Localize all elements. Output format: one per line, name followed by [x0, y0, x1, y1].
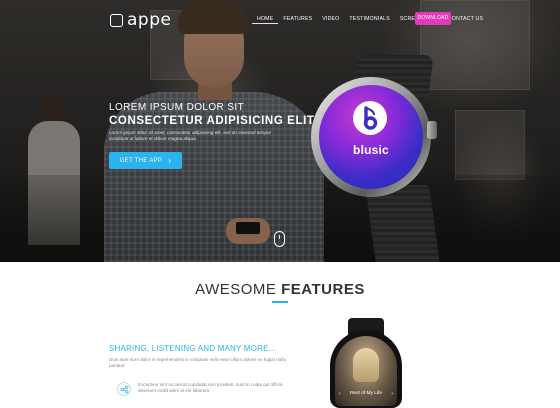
get-the-app-button[interactable]: GET THE APP ›	[109, 152, 182, 169]
nav-video[interactable]: VIDEO	[317, 15, 344, 24]
main-nav: HOME FEATURES VIDEO TESTIMONIALS SCREENS…	[252, 15, 488, 24]
nav-home[interactable]: HOME	[252, 15, 279, 24]
features-subheading: SHARING, LISTENING AND MANY MORE...	[109, 344, 276, 353]
feature-item-text: Excepteur sint occaecat cupidatat non pr…	[138, 382, 283, 393]
track-title: Rest of My Life	[350, 391, 382, 396]
watch-screen: ‹ Rest of My Life ›	[335, 336, 397, 406]
download-button[interactable]: DOWNLOAD	[415, 12, 451, 25]
nav-features[interactable]: FEATURES	[278, 15, 317, 24]
features-title-bold: FEATURES	[281, 281, 365, 298]
brand-logo[interactable]: appe	[110, 10, 171, 30]
hero-body-text: Lorem ipsum dolor sit amet, consectetur …	[109, 130, 272, 141]
watch-crown	[427, 121, 437, 139]
scroll-down-icon[interactable]	[274, 231, 285, 247]
nav-testimonials[interactable]: TESTIMONIALS	[344, 15, 394, 24]
watch-screen: blusic	[319, 85, 423, 189]
chevron-right-icon: ›	[168, 155, 172, 165]
hero-heading-line2: CONSECTETUR ADIPISICING ELIT	[109, 115, 315, 127]
title-underline	[272, 301, 288, 303]
logo-square-icon	[110, 13, 123, 27]
cta-label: GET THE APP	[119, 157, 163, 164]
features-title: AWESOME FEATURES	[0, 281, 560, 298]
features-subtext: Duis aute irure dolor in reprehenderit i…	[109, 357, 286, 368]
brand-name: appe	[127, 10, 172, 30]
hero-section: appe HOME FEATURES VIDEO TESTIMONIALS SC…	[0, 0, 560, 262]
hero-heading-line1: LOREM IPSUM DOLOR SIT	[109, 102, 245, 113]
share-icon	[117, 382, 131, 396]
hero-smartwatch: blusic	[305, 55, 445, 262]
next-track-icon[interactable]: ›	[391, 391, 393, 397]
album-art	[353, 348, 379, 382]
watch-app-name: blusic	[353, 143, 389, 157]
features-smartwatch: ‹ Rest of My Life ›	[326, 318, 406, 408]
music-note-icon	[353, 101, 387, 135]
features-title-light: AWESOME	[195, 281, 277, 298]
